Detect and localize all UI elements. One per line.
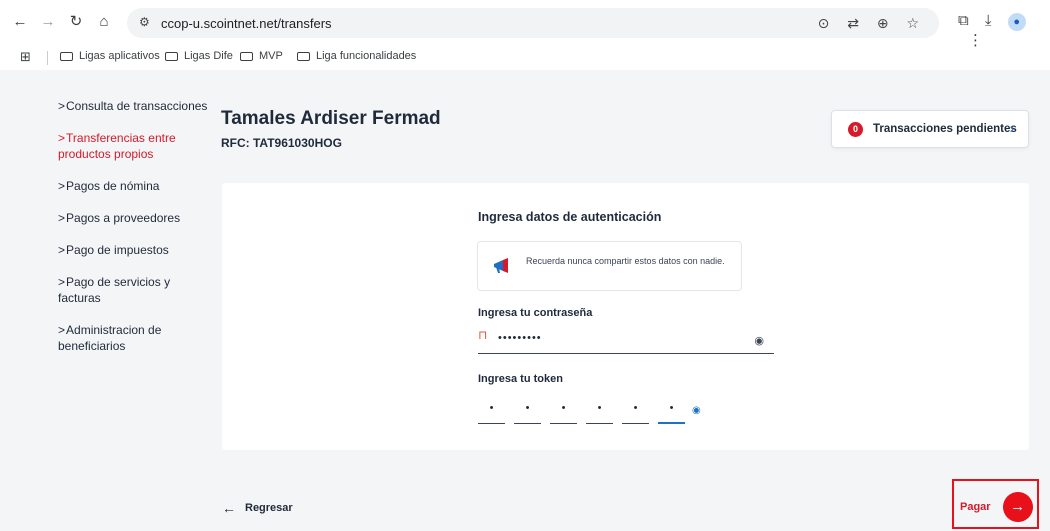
- sidebar-item-label: Transferencias entre productos propios: [58, 131, 176, 161]
- sidebar-item-label: Administracion de beneficiarios: [58, 323, 162, 353]
- folder-icon: [60, 51, 73, 61]
- pending-count-badge: 0: [848, 122, 863, 137]
- sidebar-item-label: Consulta de transacciones: [66, 99, 208, 113]
- sidebar-item-label: Pago de servicios y facturas: [58, 275, 171, 305]
- extensions-icon[interactable]: ⧉: [958, 12, 969, 29]
- home-icon[interactable]: ⌂: [94, 12, 114, 32]
- zoom-icon[interactable]: ⊕: [877, 15, 889, 31]
- sidebar-item-pago-impuestos[interactable]: >Pago de impuestos: [58, 242, 208, 258]
- token-digit-input[interactable]: [586, 393, 613, 424]
- chevron-right-icon: >: [58, 131, 66, 145]
- pending-transactions-button[interactable]: 0 Transacciones pendientes ›: [831, 110, 1029, 148]
- sidebar-item-consulta-transacciones[interactable]: >Consulta de transacciones: [58, 98, 208, 114]
- location-icon[interactable]: ⊙: [818, 15, 830, 31]
- folder-icon: [240, 51, 253, 61]
- back-button[interactable]: ← Regresar: [222, 500, 293, 516]
- bookmark-label: MVP: [259, 50, 283, 62]
- sidebar-item-pagos-nomina[interactable]: >Pagos de nómina: [58, 178, 208, 194]
- translate-icon[interactable]: ⇄: [847, 15, 859, 31]
- chevron-right-icon: >: [58, 275, 66, 289]
- token-digit-input[interactable]: [478, 393, 505, 424]
- sidebar-item-label: Pago de impuestos: [66, 243, 169, 257]
- forward-arrow-icon[interactable]: →: [38, 12, 58, 32]
- page-title: Tamales Ardiser Fermad: [221, 108, 441, 129]
- pending-label: Transacciones pendientes: [873, 123, 1017, 135]
- sidebar-item-label: Pagos de nómina: [66, 179, 160, 193]
- bookmarks-divider: [47, 51, 48, 65]
- security-notice: Recuerda nunca compartir estos datos con…: [477, 241, 742, 291]
- token-digit-input[interactable]: [658, 393, 685, 424]
- chevron-right-icon: >: [58, 211, 66, 225]
- bookmark-ligas-dife[interactable]: Ligas Dife: [165, 50, 233, 62]
- auth-title: Ingresa datos de autenticación: [478, 210, 662, 224]
- folder-icon: [165, 51, 178, 61]
- bookmark-label: Liga funcionalidades: [316, 50, 417, 62]
- apps-grid-icon[interactable]: ⊞: [20, 49, 31, 65]
- sidebar-item-administracion-beneficiarios[interactable]: >Administracion de beneficiarios: [58, 322, 178, 354]
- notice-text: Recuerda nunca compartir estos datos con…: [526, 256, 725, 266]
- back-label: Regresar: [245, 502, 293, 514]
- chevron-right-icon: ›: [1009, 121, 1014, 136]
- show-token-eye-icon[interactable]: ◉: [692, 405, 701, 416]
- lock-icon: ⊓: [478, 328, 488, 342]
- password-label: Ingresa tu contraseña: [478, 307, 593, 319]
- reload-icon[interactable]: ↻: [66, 12, 86, 32]
- token-label: Ingresa tu token: [478, 373, 563, 385]
- token-digit-input[interactable]: [514, 393, 541, 424]
- auth-card: Ingresa datos de autenticación Recuerda …: [222, 183, 1029, 450]
- show-password-eye-icon[interactable]: ◉: [754, 334, 764, 347]
- pay-label: Pagar: [960, 501, 991, 513]
- bookmark-label: Ligas aplicativos: [79, 50, 160, 62]
- download-icon[interactable]: ⤓: [985, 12, 992, 29]
- token-digit-input[interactable]: [550, 393, 577, 424]
- bookmark-mvp[interactable]: MVP: [240, 50, 283, 62]
- back-arrow-icon[interactable]: ←: [10, 12, 30, 32]
- sidebar-item-label: Pagos a proveedores: [66, 211, 181, 225]
- chevron-right-icon: >: [58, 179, 66, 193]
- arrow-left-icon: ←: [222, 500, 236, 516]
- browser-chrome: ← → ↻ ⌂ ⚙ ccop-u.scointnet.net/transfers…: [0, 0, 1050, 70]
- sidebar-item-transferencias[interactable]: >Transferencias entre productos propios: [58, 130, 188, 162]
- sidebar: >Consulta de transacciones >Transferenci…: [58, 98, 208, 370]
- url-text[interactable]: ccop-u.scointnet.net/transfers: [161, 16, 332, 31]
- site-info-icon[interactable]: ⚙: [139, 15, 150, 29]
- pay-button[interactable]: Pagar →: [960, 492, 1033, 522]
- address-bar[interactable]: ⚙ ccop-u.scointnet.net/transfers ⊙ ⇄ ⊕ ☆: [127, 8, 939, 38]
- bookmark-ligas-aplicativos[interactable]: Ligas aplicativos: [60, 50, 160, 62]
- chevron-right-icon: >: [58, 243, 66, 257]
- page-content: >Consulta de transacciones >Transferenci…: [0, 70, 1050, 531]
- folder-icon: [297, 51, 310, 61]
- bookmark-label: Ligas Dife: [184, 50, 233, 62]
- arrow-right-icon[interactable]: →: [1002, 492, 1033, 522]
- chevron-right-icon: >: [58, 99, 66, 113]
- omnibox-icons: ⊙ ⇄ ⊕ ☆: [804, 15, 919, 32]
- token-digit-input[interactable]: [622, 393, 649, 424]
- password-field: ⊓ ◉: [478, 326, 774, 354]
- profile-avatar[interactable]: ●: [1007, 13, 1026, 31]
- sidebar-item-pagos-proveedores[interactable]: >Pagos a proveedores: [58, 210, 208, 226]
- megaphone-icon: [494, 258, 508, 273]
- bookmark-liga-funcionalidades[interactable]: Liga funcionalidades: [297, 50, 416, 62]
- sidebar-item-pago-servicios[interactable]: >Pago de servicios y facturas: [58, 274, 208, 306]
- chevron-right-icon: >: [58, 323, 66, 337]
- password-input[interactable]: [498, 329, 738, 347]
- rfc-label: RFC: TAT961030HOG: [221, 136, 342, 150]
- toolbar-right: ⧉ ⤓ ● ⋮: [958, 12, 1050, 49]
- browser-toolbar: ← → ↻ ⌂ ⚙ ccop-u.scointnet.net/transfers…: [0, 0, 1050, 49]
- bookmarks-bar: ⊞ Ligas aplicativos Ligas Dife MVP Liga …: [0, 46, 1050, 70]
- bookmark-star-icon[interactable]: ☆: [906, 15, 919, 31]
